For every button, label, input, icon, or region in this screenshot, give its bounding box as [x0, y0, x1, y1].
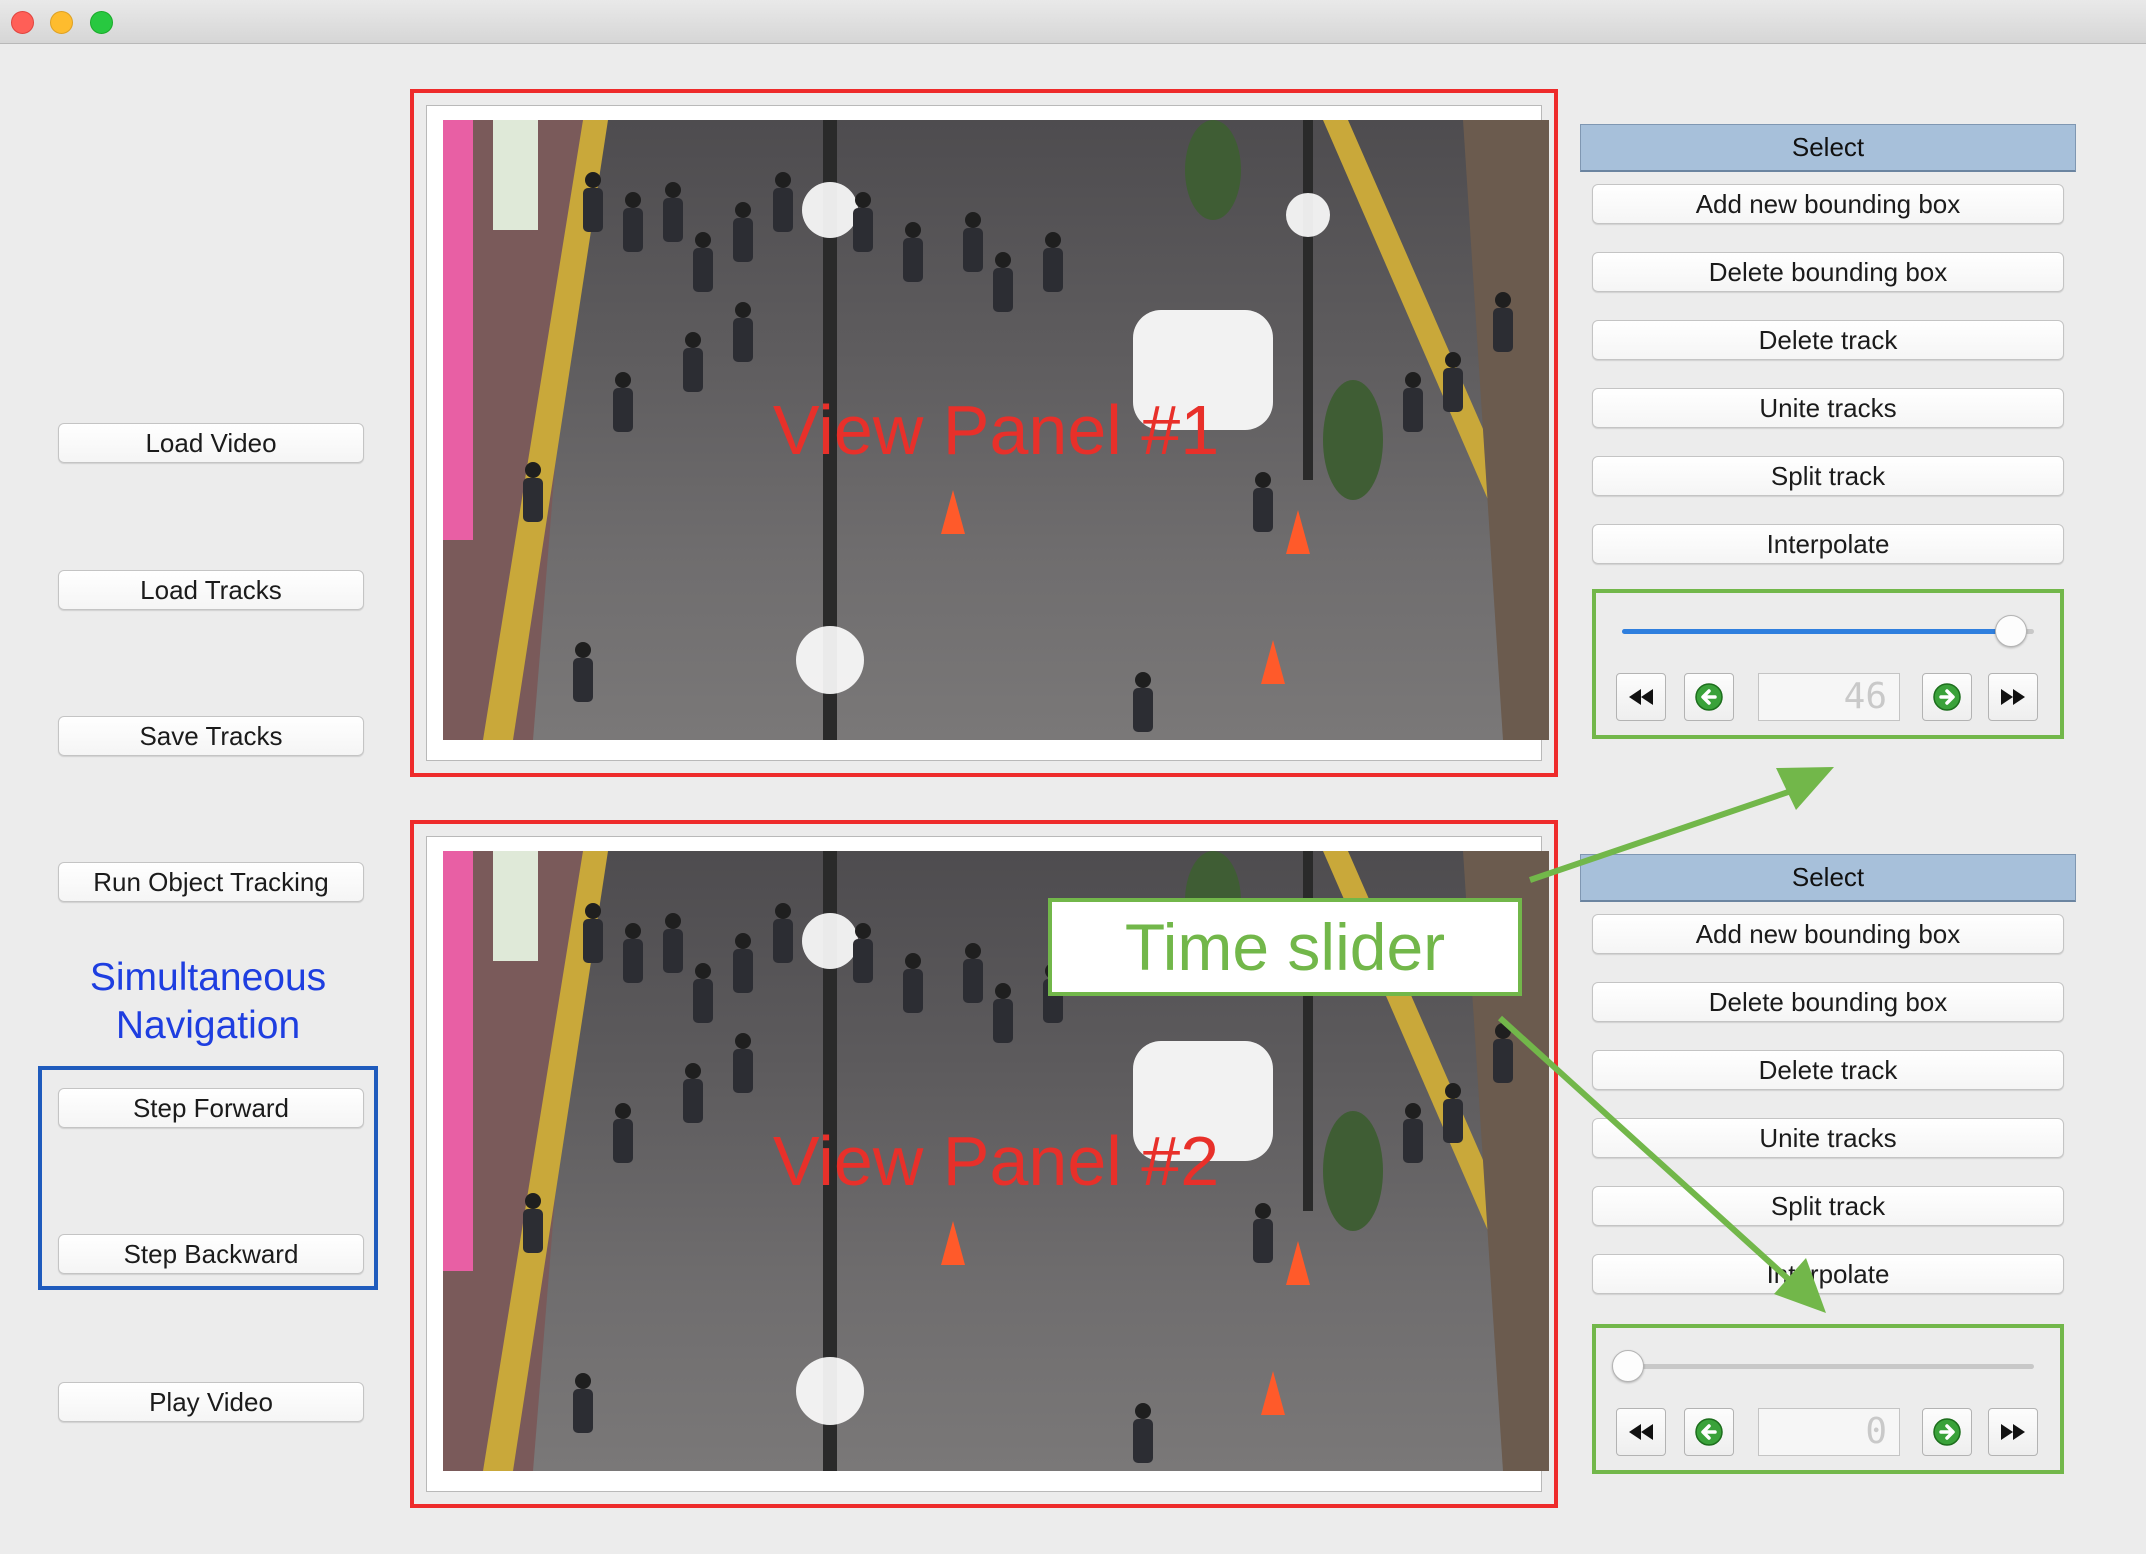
load-video-button[interactable]: Load Video: [58, 423, 364, 463]
play-video-button[interactable]: Play Video: [58, 1382, 364, 1422]
green-left-circle-arrow-icon: [1695, 683, 1723, 711]
time-slider-track-2[interactable]: [1622, 1364, 2034, 1369]
step-forward-button[interactable]: Step Forward: [58, 1088, 364, 1128]
delete-bounding-box-button-2[interactable]: Delete bounding box: [1592, 982, 2064, 1022]
green-right-circle-arrow-icon: [1933, 683, 1961, 711]
time-slider-thumb-1[interactable]: [1995, 615, 2028, 647]
skip-backward-button-1[interactable]: [1616, 673, 1666, 721]
save-tracks-button[interactable]: Save Tracks: [58, 716, 364, 756]
street-scene-illustration: [443, 120, 1549, 740]
delete-bounding-box-button-1[interactable]: Delete bounding box: [1592, 252, 2064, 292]
green-left-circle-arrow-icon: [1695, 1418, 1723, 1446]
step-backward-button[interactable]: Step Backward: [58, 1234, 364, 1274]
run-object-tracking-button[interactable]: Run Object Tracking: [58, 862, 364, 902]
nav-caption-line-1: Simultaneous: [89, 956, 327, 999]
unite-tracks-button-1[interactable]: Unite tracks: [1592, 388, 2064, 428]
select-tool-2[interactable]: Select: [1580, 854, 2076, 902]
time-slider-fill-1: [1622, 629, 2006, 634]
delete-track-button-2[interactable]: Delete track: [1592, 1050, 2064, 1090]
time-slider-track-1[interactable]: [1622, 629, 2034, 634]
frame-number-display-2: 0: [1758, 1408, 1900, 1456]
double-left-arrow-icon: [1629, 689, 1653, 705]
time-slider-annotation: Time slider: [1048, 898, 1522, 996]
double-left-arrow-icon: [1629, 1424, 1653, 1440]
time-slider-thumb-2[interactable]: [1612, 1350, 1644, 1382]
select-tool-1[interactable]: Select: [1580, 124, 2076, 172]
frame-number-display-1: 46: [1758, 673, 1900, 721]
view-panel-1: View Panel #1: [410, 89, 1558, 777]
add-bounding-box-button-1[interactable]: Add new bounding box: [1592, 184, 2064, 224]
zoom-window-button[interactable]: [90, 11, 113, 34]
minimize-window-button[interactable]: [50, 11, 73, 34]
nav-caption-line-2: Navigation: [115, 1004, 301, 1047]
skip-forward-button-1[interactable]: [1988, 673, 2038, 721]
step-next-button-2[interactable]: [1922, 1408, 1972, 1456]
step-next-button-1[interactable]: [1922, 673, 1972, 721]
simultaneous-navigation-caption: Simultaneous Navigation: [40, 954, 376, 1050]
double-right-arrow-icon: [2001, 689, 2025, 705]
time-slider-group-2: 0: [1592, 1324, 2064, 1474]
step-back-button-2[interactable]: [1684, 1408, 1734, 1456]
unite-tracks-button-2[interactable]: Unite tracks: [1592, 1118, 2064, 1158]
interpolate-button-1[interactable]: Interpolate: [1592, 524, 2064, 564]
step-back-button-1[interactable]: [1684, 673, 1734, 721]
window-titlebar: [0, 0, 2146, 44]
view-panel-1-canvas: View Panel #1: [426, 105, 1549, 761]
video-frame-1[interactable]: View Panel #1: [443, 120, 1549, 740]
double-right-arrow-icon: [2001, 1424, 2025, 1440]
green-right-circle-arrow-icon: [1933, 1418, 1961, 1446]
add-bounding-box-button-2[interactable]: Add new bounding box: [1592, 914, 2064, 954]
skip-backward-button-2[interactable]: [1616, 1408, 1666, 1456]
load-tracks-button[interactable]: Load Tracks: [58, 570, 364, 610]
close-window-button[interactable]: [11, 11, 34, 34]
split-track-button-1[interactable]: Split track: [1592, 456, 2064, 496]
delete-track-button-1[interactable]: Delete track: [1592, 320, 2064, 360]
time-slider-group-1: 46: [1592, 589, 2064, 739]
split-track-button-2[interactable]: Split track: [1592, 1186, 2064, 1226]
skip-forward-button-2[interactable]: [1988, 1408, 2038, 1456]
interpolate-button-2[interactable]: Interpolate: [1592, 1254, 2064, 1294]
